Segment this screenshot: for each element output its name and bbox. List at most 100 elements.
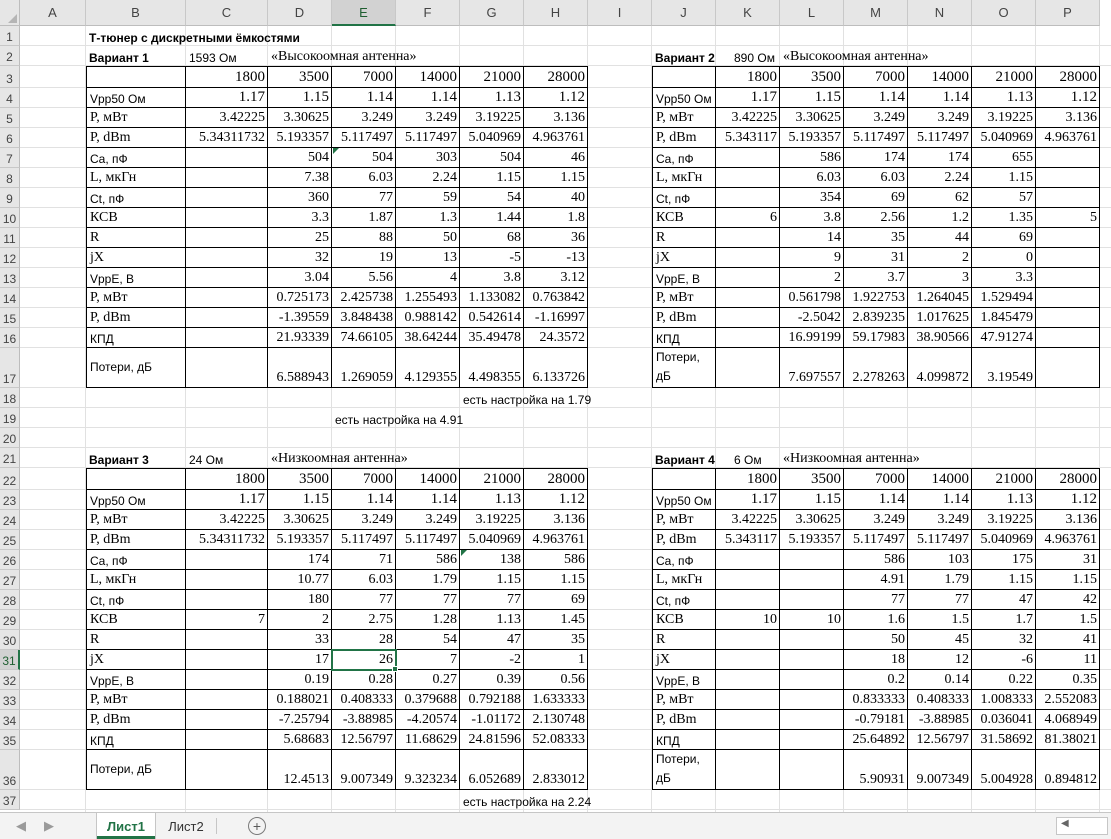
table-cell[interactable] xyxy=(186,630,268,650)
table-cell[interactable]: 3.19225 xyxy=(972,108,1036,128)
row-label[interactable]: P, dBm xyxy=(652,308,716,328)
frequency-header[interactable]: 1800 xyxy=(716,66,780,88)
table-cell[interactable]: 3.249 xyxy=(332,510,396,530)
row-label[interactable]: Ca, пФ xyxy=(86,148,186,168)
table-cell[interactable]: 77 xyxy=(332,590,396,610)
table-cell[interactable] xyxy=(716,328,780,348)
row-label[interactable]: P, dBm xyxy=(652,128,716,148)
table-cell[interactable]: -13 xyxy=(524,248,588,268)
row-label[interactable]: КСВ xyxy=(86,208,186,228)
row-label[interactable]: VppE, В xyxy=(652,268,716,288)
row-header-9[interactable]: 9 xyxy=(0,188,20,208)
row-label[interactable]: L, мкГн xyxy=(652,168,716,188)
table-cell[interactable]: 0.379688 xyxy=(396,690,460,710)
table-cell[interactable]: 77 xyxy=(332,188,396,208)
table-cell[interactable]: 4.498355 xyxy=(460,348,524,388)
column-header-g[interactable]: G xyxy=(460,0,524,26)
table-cell[interactable] xyxy=(1036,148,1100,168)
row-label[interactable]: Потери, дБ xyxy=(86,750,186,790)
table-cell[interactable]: 2.24 xyxy=(908,168,972,188)
frequency-header[interactable]: 14000 xyxy=(908,66,972,88)
table-cell[interactable]: 174 xyxy=(268,550,332,570)
table-cell[interactable]: 0.19 xyxy=(268,670,332,690)
row-header-27[interactable]: 27 xyxy=(0,570,20,590)
table-cell[interactable]: 77 xyxy=(908,590,972,610)
frequency-header[interactable]: 28000 xyxy=(524,468,588,490)
table-cell[interactable]: 3.19549 xyxy=(972,348,1036,388)
table-cell[interactable]: 586 xyxy=(780,148,844,168)
table-cell[interactable]: 1.13 xyxy=(460,610,524,630)
row-header-8[interactable]: 8 xyxy=(0,168,20,188)
row-header-18[interactable]: 18 xyxy=(0,388,20,408)
table-cell[interactable]: 2.75 xyxy=(332,610,396,630)
table-cell[interactable]: 9 xyxy=(780,248,844,268)
variant4-label[interactable]: Вариант 4 xyxy=(655,448,715,468)
variant4-antenna-type[interactable]: «Низкоомная антенна» xyxy=(783,448,920,468)
note-row-37[interactable]: есть настройка на 2.24 xyxy=(463,790,591,810)
table-cell[interactable]: 26 xyxy=(332,650,396,670)
table-cell[interactable]: 1.8 xyxy=(524,208,588,228)
table-cell[interactable]: 88 xyxy=(332,228,396,248)
row-label[interactable]: Ct, пФ xyxy=(652,590,716,610)
table-cell[interactable]: 138 xyxy=(460,550,524,570)
table-cell[interactable]: 4.963761 xyxy=(1036,530,1100,550)
table-cell[interactable] xyxy=(716,630,780,650)
table-cell[interactable]: 9.007349 xyxy=(332,750,396,790)
table-cell[interactable]: 6.03 xyxy=(780,168,844,188)
table-cell[interactable] xyxy=(186,590,268,610)
row-label[interactable]: P, мВт xyxy=(652,288,716,308)
table-cell[interactable]: 1.15 xyxy=(972,168,1036,188)
table-cell[interactable]: 3.42225 xyxy=(716,510,780,530)
table-cell[interactable]: 3.249 xyxy=(396,108,460,128)
table-cell[interactable]: 5.343117 xyxy=(716,530,780,550)
table-cell[interactable] xyxy=(186,268,268,288)
table-cell[interactable]: 77 xyxy=(460,590,524,610)
row-label[interactable]: R xyxy=(652,228,716,248)
frequency-header[interactable]: 3500 xyxy=(268,468,332,490)
variant1-antenna-type[interactable]: «Высокоомная антенна» xyxy=(271,46,417,66)
frequency-header[interactable]: 21000 xyxy=(460,66,524,88)
table-cell[interactable]: -7.25794 xyxy=(268,710,332,730)
table-cell[interactable] xyxy=(716,168,780,188)
table-cell[interactable] xyxy=(780,630,844,650)
table-cell[interactable] xyxy=(780,730,844,750)
variant1-label[interactable]: Вариант 1 xyxy=(89,46,149,66)
table-cell[interactable]: 3.30625 xyxy=(268,108,332,128)
frequency-header[interactable]: 21000 xyxy=(972,468,1036,490)
table-cell[interactable]: 10.77 xyxy=(268,570,332,590)
row-label[interactable]: Vpp50 Ом xyxy=(652,88,716,108)
row-label[interactable]: Потери, дБ xyxy=(86,348,186,388)
table-cell[interactable]: 54 xyxy=(460,188,524,208)
table-cell[interactable]: 1.5 xyxy=(1036,610,1100,630)
table-cell[interactable]: 7.697557 xyxy=(780,348,844,388)
table-cell[interactable]: 0.561798 xyxy=(780,288,844,308)
table-cell[interactable]: 2 xyxy=(268,610,332,630)
table-cell[interactable]: 1.17 xyxy=(716,490,780,510)
table-cell[interactable]: 1.14 xyxy=(332,88,396,108)
table-cell[interactable] xyxy=(186,690,268,710)
frequency-header[interactable]: 21000 xyxy=(460,468,524,490)
table-cell[interactable]: 6.052689 xyxy=(460,750,524,790)
table-cell[interactable]: 24.81596 xyxy=(460,730,524,750)
row-label[interactable]: P, мВт xyxy=(652,108,716,128)
table-cell[interactable] xyxy=(716,348,780,388)
table-cell[interactable]: 1.264045 xyxy=(908,288,972,308)
table-cell[interactable]: 31 xyxy=(844,248,908,268)
table-cell[interactable]: 2.839235 xyxy=(844,308,908,328)
variant2-label[interactable]: Вариант 2 xyxy=(655,46,715,66)
table-cell[interactable] xyxy=(716,750,780,790)
table-cell[interactable]: 2.24 xyxy=(396,168,460,188)
table-cell[interactable] xyxy=(716,590,780,610)
table-cell[interactable]: 4.099872 xyxy=(908,348,972,388)
row-label[interactable]: P, мВт xyxy=(652,510,716,530)
table-cell[interactable]: 0.894812 xyxy=(1036,750,1100,790)
table-cell[interactable]: 1.13 xyxy=(972,88,1036,108)
row-label[interactable]: L, мкГн xyxy=(86,168,186,188)
row-label[interactable]: Ct, пФ xyxy=(86,188,186,208)
table-cell[interactable]: 4.129355 xyxy=(396,348,460,388)
fill-handle[interactable] xyxy=(392,666,398,672)
add-sheet-icon[interactable]: + xyxy=(248,817,266,835)
table-cell[interactable]: 4.068949 xyxy=(1036,710,1100,730)
row-header-14[interactable]: 14 xyxy=(0,288,20,308)
table-cell[interactable]: 1.008333 xyxy=(972,690,1036,710)
